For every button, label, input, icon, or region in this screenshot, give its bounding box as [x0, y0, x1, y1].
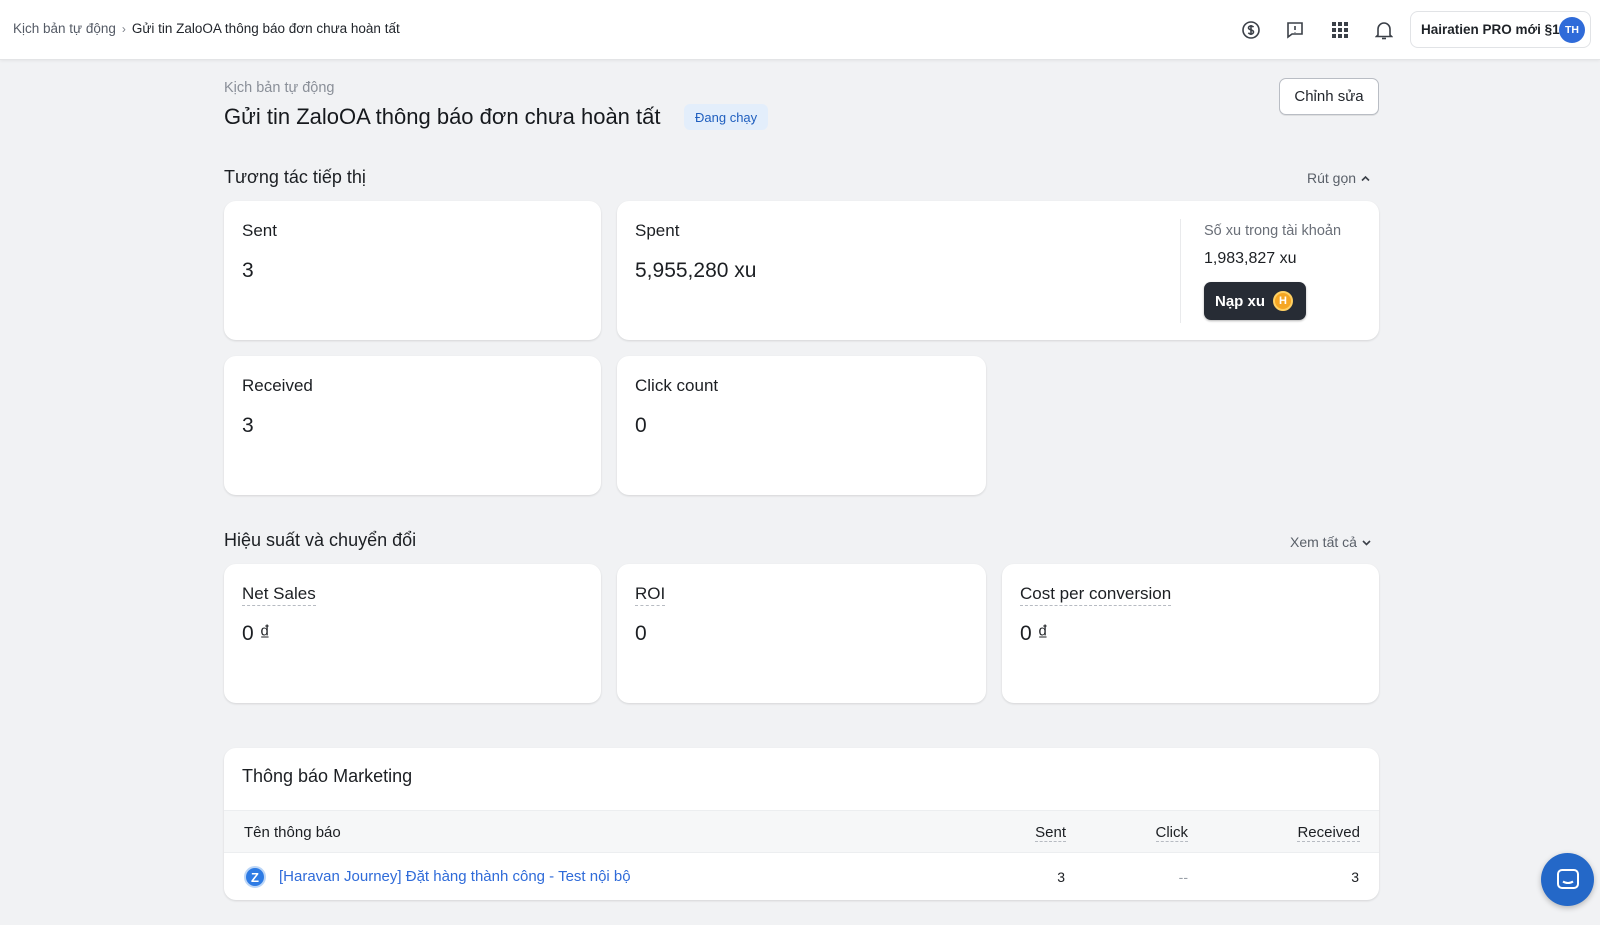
page-subtitle: Kịch bản tự động [224, 80, 335, 96]
topup-button[interactable]: Nạp xu H [1204, 282, 1306, 320]
click-count-card: Click count 0 [617, 356, 986, 495]
chat-icon [1556, 868, 1579, 889]
column-header-received: Received [1297, 824, 1360, 842]
breadcrumb-current: Gửi tin ZaloOA thông báo đơn chưa hoàn t… [131, 21, 400, 36]
received-value: 3 [242, 414, 254, 437]
collapse-label: Rút gọn [1307, 170, 1357, 186]
click-count-value: 0 [635, 414, 647, 437]
topup-label: Nạp xu [1215, 292, 1266, 310]
roi-card: ROI 0 [617, 564, 986, 703]
cost-per-conversion-label: Cost per conversion [1020, 584, 1172, 606]
sent-card: Sent 3 [224, 201, 601, 340]
collapse-toggle[interactable]: Rút gọn [1307, 170, 1371, 186]
row-received-value: 3 [1351, 869, 1359, 885]
apps-grid-icon[interactable] [1327, 17, 1353, 43]
spent-card: Spent 5,955,280 xu Số xu trong tài khoản… [617, 201, 1379, 340]
received-label: Received [242, 376, 313, 395]
engagement-section-title: Tương tác tiếp thị [224, 167, 366, 187]
roi-value: 0 [635, 622, 647, 645]
breadcrumb-parent-link[interactable]: Kịch bản tự động [13, 21, 116, 36]
view-all-toggle[interactable]: Xem tất cả [1290, 534, 1372, 550]
column-header-click: Click [1155, 824, 1188, 842]
sent-label: Sent [242, 221, 277, 240]
column-header-name: Tên thông báo [244, 824, 341, 841]
table-title: Thông báo Marketing [242, 766, 413, 786]
roi-label: ROI [635, 584, 666, 606]
chevron-up-icon [1361, 175, 1370, 181]
table-row: Z [Haravan Journey] Đặt hàng thành công … [224, 854, 1379, 900]
view-all-label: Xem tất cả [1290, 534, 1357, 550]
table-header: Tên thông báo Sent Click Received [224, 810, 1379, 853]
net-sales-value: 0 ₫ [242, 622, 271, 645]
page-title: Gửi tin ZaloOA thông báo đơn chưa hoàn t… [224, 104, 661, 129]
bell-icon[interactable] [1371, 17, 1397, 43]
coin-icon: H [1273, 291, 1294, 311]
row-sent-value: 3 [1057, 869, 1065, 885]
notification-link[interactable]: [Haravan Journey] Đặt hàng thành công - … [279, 868, 631, 885]
received-card: Received 3 [224, 356, 601, 495]
performance-section-title: Hiệu suất và chuyển đổi [224, 530, 417, 550]
click-count-label: Click count [635, 376, 719, 395]
status-badge: Đang chạy [684, 104, 769, 130]
feedback-icon[interactable] [1282, 17, 1308, 43]
cost-per-conversion-value: 0 ₫ [1020, 622, 1049, 645]
balance-value: 1,983,827 xu [1204, 250, 1297, 267]
divider [1180, 219, 1181, 323]
cost-per-conversion-card: Cost per conversion 0 ₫ [1002, 564, 1379, 703]
currency-exchange-icon[interactable] [1238, 17, 1264, 43]
breadcrumb: Kịch bản tự động › Gửi tin ZaloOA thông … [13, 21, 400, 36]
row-click-value: -- [1178, 869, 1188, 885]
balance-label: Số xu trong tài khoản [1204, 223, 1342, 239]
spent-value: 5,955,280 xu [635, 259, 757, 282]
chevron-down-icon [1362, 539, 1371, 546]
net-sales-card: Net Sales 0 ₫ [224, 564, 601, 703]
store-name: Hairatien PRO mới §1 [1421, 22, 1560, 37]
chat-support-button[interactable] [1541, 853, 1594, 906]
edit-button[interactable]: Chỉnh sửa [1279, 78, 1379, 115]
column-header-sent: Sent [1035, 824, 1066, 842]
sent-value: 3 [242, 259, 254, 282]
chevron-right-icon: › [121, 21, 126, 36]
zalo-icon: Z [244, 866, 266, 888]
marketing-notifications-table: Thông báo Marketing Tên thông báo Sent C… [224, 748, 1379, 900]
spent-label: Spent [635, 221, 680, 240]
net-sales-label: Net Sales [242, 584, 316, 606]
store-account-button[interactable]: Hairatien PRO mới §1 TH [1410, 11, 1591, 48]
avatar: TH [1559, 17, 1585, 43]
top-bar: Kịch bản tự động › Gửi tin ZaloOA thông … [0, 0, 1600, 60]
